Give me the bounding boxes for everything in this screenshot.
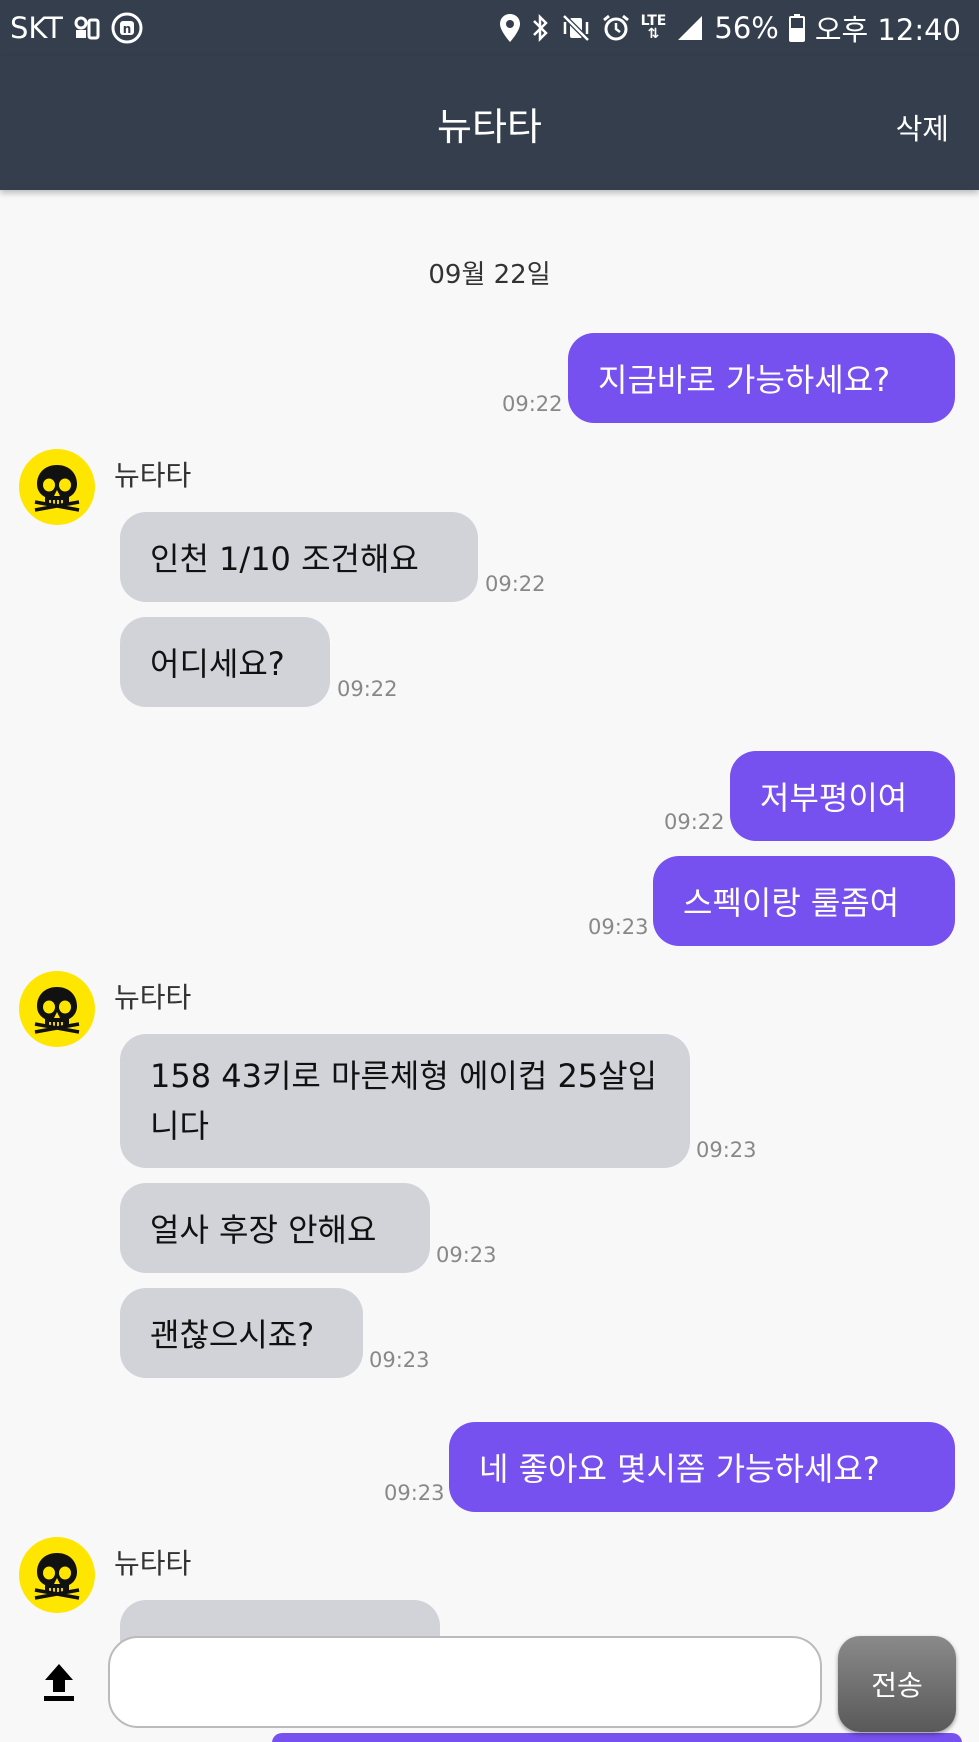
skull-icon	[34, 987, 80, 1034]
outgoing-message[interactable]: 지금바로 가능하세요?	[568, 333, 955, 423]
date-separator: 09월 22일	[428, 260, 551, 290]
upload-icon	[44, 1664, 74, 1701]
avatar[interactable]	[19, 1537, 95, 1613]
message-time: 09:22	[337, 677, 398, 701]
location-icon	[499, 13, 521, 43]
message-time: 09:23	[588, 915, 649, 939]
svg-text:n: n	[123, 22, 132, 36]
sender-name: 뉴타타	[114, 1547, 192, 1580]
message-time: 09:23	[696, 1138, 757, 1162]
n-badge-icon: n	[111, 12, 143, 44]
outgoing-message[interactable]: 저부평이여	[730, 751, 955, 841]
tv-link-icon	[73, 14, 101, 42]
incoming-message[interactable]: 158 43키로 마른체형 에이컵 25살입니다	[120, 1034, 690, 1168]
message-list[interactable]: 09월 22일 09:22 지금바로 가능하세요? 뉴타타 인천 1/10 조건…	[0, 190, 979, 1742]
alarm-icon	[601, 13, 631, 43]
status-bar: SKT n LTE ⇅ 56% 오후 12:40	[0, 0, 979, 56]
message-input[interactable]	[108, 1636, 822, 1728]
chat-screen: SKT n LTE ⇅ 56% 오후 12:40 뉴타타 삭제 09월 22일 …	[0, 0, 979, 1742]
chat-header: 뉴타타 삭제	[0, 56, 979, 190]
sender-name: 뉴타타	[114, 459, 192, 492]
message-time: 09:23	[369, 1348, 430, 1372]
battery-percent: 56%	[714, 11, 779, 45]
message-time: 09:23	[384, 1481, 445, 1505]
incoming-message[interactable]: 괜찮으시죠?	[120, 1288, 363, 1378]
signal-icon	[676, 14, 704, 42]
avatar[interactable]	[19, 971, 95, 1047]
outgoing-message[interactable]: 스펙이랑 룰좀여	[653, 856, 955, 946]
send-button[interactable]: 전송	[838, 1636, 956, 1732]
message-time: 09:22	[664, 810, 725, 834]
lte-icon: LTE ⇅	[640, 13, 667, 42]
chat-title: 뉴타타	[437, 105, 542, 149]
incoming-message[interactable]: 인천 1/10 조건해요	[120, 512, 478, 602]
message-time: 09:22	[485, 572, 546, 596]
battery-icon	[788, 14, 805, 42]
message-time: 09:23	[436, 1243, 497, 1267]
skull-icon	[34, 1553, 80, 1600]
incoming-message[interactable]: 얼사 후장 안해요	[120, 1183, 430, 1273]
delete-button[interactable]: 삭제	[896, 106, 949, 148]
vibrate-mute-icon	[561, 13, 591, 43]
incoming-message[interactable]: 어디세요?	[120, 617, 330, 707]
bluetooth-icon	[531, 13, 551, 43]
outgoing-message[interactable]: 네 좋아요 몇시쯤 가능하세요?	[449, 1422, 955, 1512]
message-time: 09:22	[502, 392, 563, 416]
carrier-label: SKT	[10, 11, 63, 45]
sender-name: 뉴타타	[114, 981, 192, 1014]
clock: 오후 12:40	[814, 13, 961, 47]
input-bar: 전송	[0, 1628, 979, 1742]
upload-button[interactable]	[36, 1656, 82, 1708]
avatar[interactable]	[19, 449, 95, 525]
skull-icon	[34, 465, 80, 512]
